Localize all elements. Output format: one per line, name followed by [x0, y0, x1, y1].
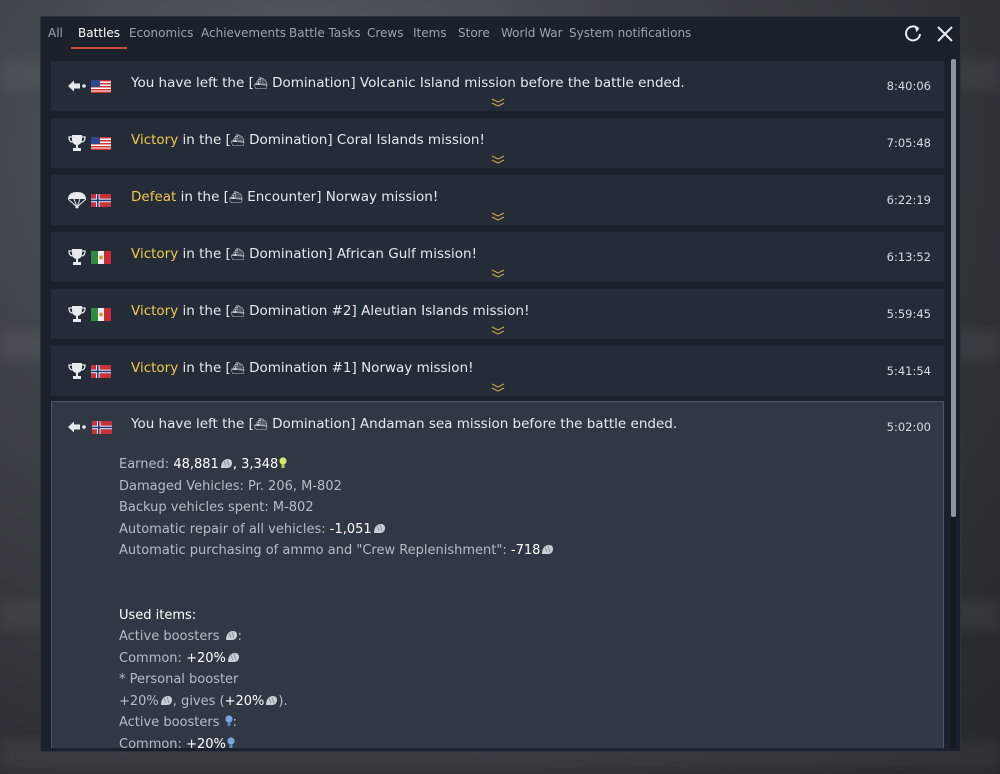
- ammo-cost: -718: [510, 543, 541, 558]
- notification-time: 7:05:48: [886, 136, 931, 150]
- battle-result: Victory: [131, 246, 179, 262]
- notification-text: Victory in the [⛴ Domination #1] Norway …: [131, 360, 474, 376]
- tab-battles[interactable]: Battles: [71, 17, 127, 49]
- battle-result: Victory: [131, 303, 179, 319]
- tab-system-notifications[interactable]: System notifications: [569, 17, 691, 49]
- flag-icon: [91, 137, 111, 150]
- tab-economics[interactable]: Economics: [129, 17, 193, 49]
- notification-text: You have left the [⛴ Domination] Volcani…: [131, 75, 685, 91]
- chevron-down-icon[interactable]: [491, 98, 505, 107]
- battle-result: Victory: [131, 360, 179, 376]
- ship-icon: ⛴: [253, 77, 268, 90]
- notification-text: You have left the [⛴ Domination] Andaman…: [131, 416, 678, 432]
- silver-lions-icon: [227, 652, 239, 662]
- research-points-icon: [225, 715, 233, 726]
- notification-time: 6:22:19: [886, 193, 931, 207]
- flag-icon: [91, 194, 111, 207]
- battle-details: Earned: 48,881, 3,348 Damaged Vehicles: …: [119, 454, 554, 748]
- notification-list: You have left the [⛴ Domination] Volcani…: [51, 61, 944, 748]
- notification-time: 5:59:45: [886, 307, 931, 321]
- research-points-icon: [279, 457, 287, 468]
- tab-achievements[interactable]: Achievements: [201, 17, 286, 49]
- used-items-heading: Used items:: [119, 607, 197, 623]
- notification-text: Victory in the [⛴ Domination] Coral Isla…: [131, 132, 485, 148]
- notification-row-expanded[interactable]: You have left the [⛴ Domination] Andaman…: [51, 401, 944, 748]
- notification-time: 6:13:52: [886, 250, 931, 264]
- notification-row[interactable]: Victory in the [⛴ Domination] African Gu…: [51, 232, 944, 282]
- silver-lions-icon: [266, 695, 278, 705]
- battle-result: Victory: [131, 132, 179, 148]
- chevron-down-icon[interactable]: [491, 155, 505, 164]
- close-icon[interactable]: [934, 23, 956, 45]
- flag-icon: [91, 251, 111, 264]
- earned-research: 3,348: [241, 457, 279, 472]
- notifications-window: All Battles Economics Achievements Battl…: [40, 16, 961, 752]
- flag-icon: [91, 308, 111, 321]
- ship-icon: ⛴: [230, 362, 245, 375]
- tab-crews[interactable]: Crews: [367, 17, 404, 49]
- research-points-icon: [227, 736, 235, 748]
- damaged-vehicles: Pr. 206, M-802: [248, 478, 342, 494]
- notification-text: Defeat in the [⛴ Encounter] Norway missi…: [131, 189, 439, 205]
- silver-lions-icon: [373, 523, 385, 533]
- tab-bar: All Battles Economics Achievements Battl…: [41, 17, 960, 49]
- repair-cost: -1,051: [329, 521, 372, 537]
- scrollbar-thumb[interactable]: [951, 59, 956, 517]
- chevron-down-icon[interactable]: [491, 212, 505, 221]
- refresh-icon[interactable]: [902, 23, 924, 45]
- ship-icon: ⛴: [253, 418, 268, 431]
- silver-lions-icon: [225, 631, 237, 640]
- ship-icon: ⛴: [228, 191, 243, 204]
- tab-world-war[interactable]: World War: [501, 17, 563, 49]
- silver-lions-icon: [220, 459, 232, 468]
- backup-vehicles: M-802: [272, 500, 314, 515]
- silver-lions-icon: [542, 545, 554, 554]
- earned-silver: 48,881: [173, 457, 219, 472]
- parachute-icon: [67, 192, 87, 209]
- tab-store[interactable]: Store: [458, 17, 490, 49]
- flag-icon: [91, 80, 111, 93]
- ship-icon: ⛴: [230, 248, 245, 261]
- notification-row[interactable]: Victory in the [⛴ Domination #1] Norway …: [51, 346, 944, 396]
- silver-lions-icon: [160, 695, 172, 705]
- notification-text: Victory in the [⛴ Domination] African Gu…: [131, 246, 477, 262]
- notification-row[interactable]: Victory in the [⛴ Domination] Coral Isla…: [51, 118, 944, 168]
- ship-icon: ⛴: [230, 305, 245, 318]
- notification-row[interactable]: Defeat in the [⛴ Encounter] Norway missi…: [51, 175, 944, 225]
- chevron-down-icon[interactable]: [491, 383, 505, 392]
- flag-icon: [92, 421, 112, 434]
- battle-result: Defeat: [131, 189, 177, 205]
- notification-time: 5:41:54: [886, 364, 931, 378]
- flag-icon: [91, 365, 111, 378]
- notification-row[interactable]: You have left the [⛴ Domination] Volcani…: [51, 61, 944, 111]
- notification-time: 5:02:00: [886, 420, 931, 434]
- left-battle-icon: [68, 421, 86, 433]
- left-battle-icon: [68, 80, 86, 92]
- notification-row[interactable]: Victory in the [⛴ Domination #2] Aleutia…: [51, 289, 944, 339]
- chevron-down-icon[interactable]: [491, 326, 505, 335]
- trophy-icon: [68, 135, 86, 151]
- trophy-icon: [68, 306, 86, 322]
- scrollbar[interactable]: [951, 59, 956, 749]
- tab-battle-tasks[interactable]: Battle Tasks: [289, 17, 361, 49]
- tab-all[interactable]: All: [48, 17, 63, 49]
- trophy-icon: [68, 249, 86, 265]
- trophy-icon: [68, 363, 86, 379]
- tab-items[interactable]: Items: [413, 17, 447, 49]
- ship-icon: ⛴: [230, 134, 245, 147]
- notification-time: 8:40:06: [886, 79, 931, 93]
- notification-text: Victory in the [⛴ Domination #2] Aleutia…: [131, 303, 530, 319]
- chevron-down-icon[interactable]: [491, 269, 505, 278]
